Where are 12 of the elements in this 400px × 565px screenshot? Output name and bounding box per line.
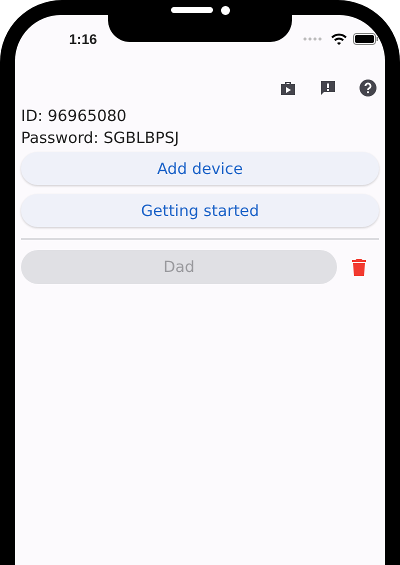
- account-password: Password: SGBLBPSJ: [21, 128, 180, 149]
- wifi-icon: [331, 33, 347, 45]
- action-button[interactable]: Add device: [21, 152, 379, 185]
- battery-icon: [353, 33, 379, 45]
- status-time: 1:16: [69, 31, 98, 47]
- feedback-icon[interactable]: [319, 79, 337, 97]
- delete-icon[interactable]: [352, 258, 366, 276]
- help-icon[interactable]: [359, 79, 377, 97]
- signal-icon: [303, 37, 323, 41]
- store-icon[interactable]: [279, 79, 297, 97]
- account-id: ID: 96965080: [21, 106, 128, 127]
- action-button[interactable]: Getting started: [21, 194, 379, 227]
